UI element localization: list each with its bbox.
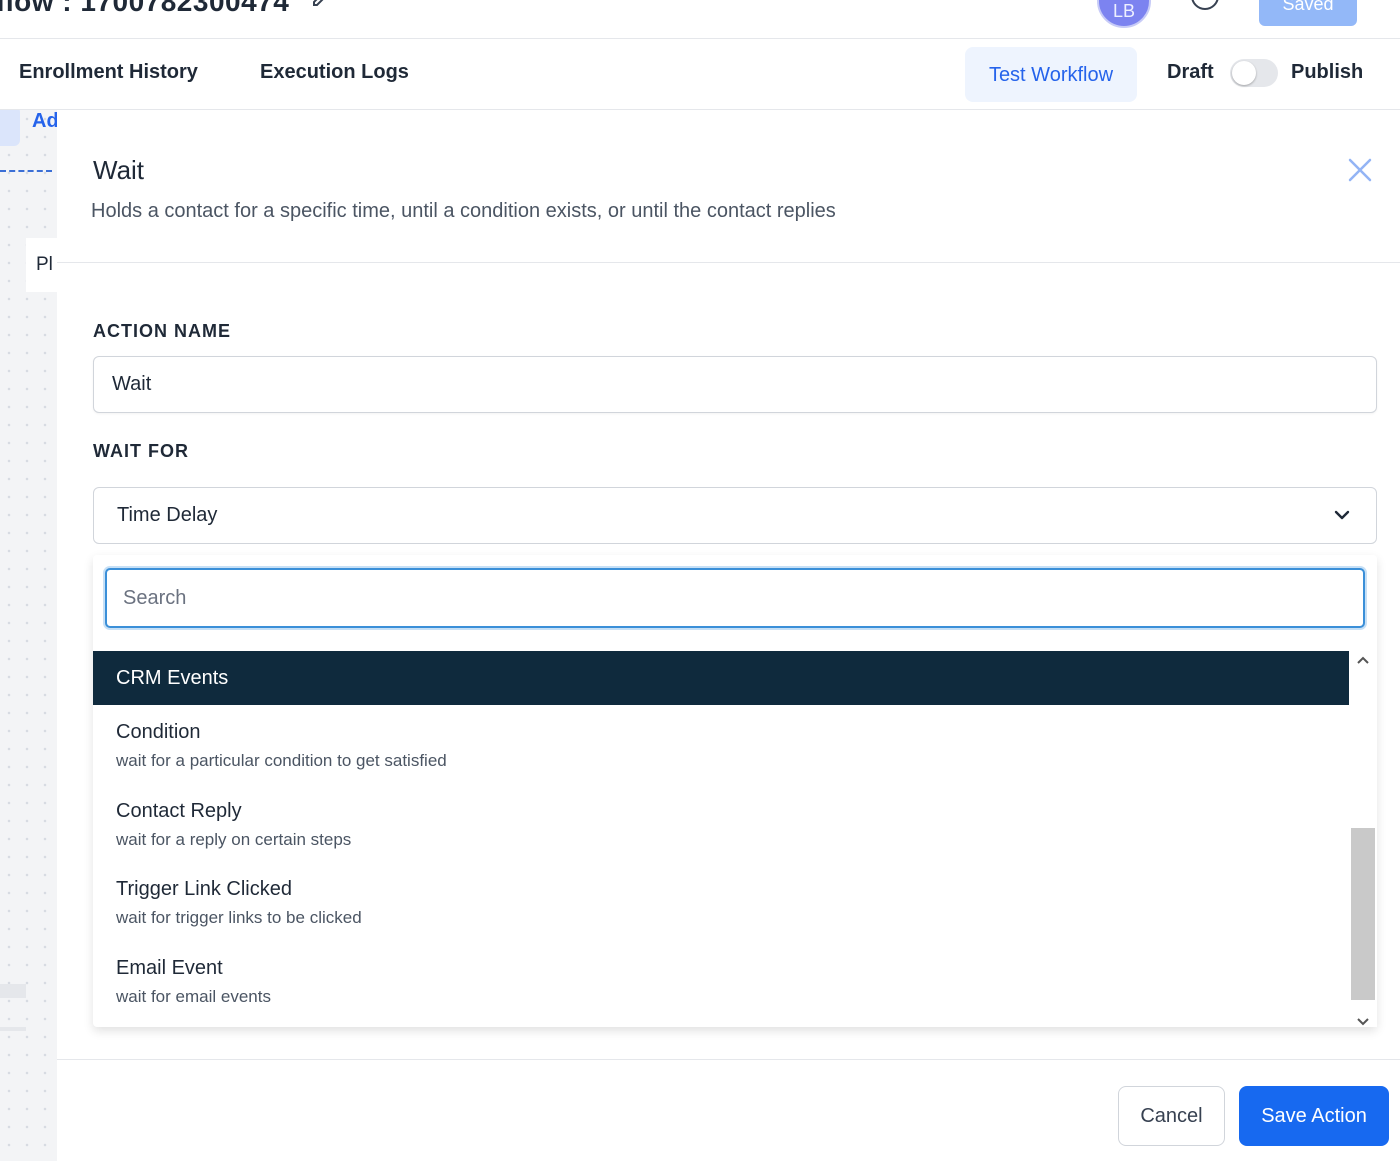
scroll-up-arrow-icon[interactable] [1355, 653, 1371, 665]
canvas-add-node[interactable] [0, 110, 20, 146]
save-action-button[interactable]: Save Action [1239, 1086, 1389, 1146]
publish-label: Publish [1291, 61, 1364, 83]
option-description: wait for a particular condition to get s… [116, 751, 447, 770]
tab-execution-logs[interactable]: Execution Logs [260, 61, 409, 84]
test-workflow-button[interactable]: Test Workflow [965, 47, 1137, 102]
option-email-event[interactable]: Email Event wait for email events [93, 957, 1349, 1027]
wait-action-drawer: Wait Holds a contact for a specific time… [57, 110, 1400, 1161]
divider [57, 262, 1400, 263]
canvas-connector-line [0, 170, 52, 172]
canvas-node-fragment [0, 984, 26, 998]
help-icon[interactable] [1191, 0, 1219, 10]
option-title: Email Event [116, 957, 223, 979]
drawer-title: Wait [93, 155, 145, 185]
option-description: wait for email events [116, 987, 271, 1006]
dropdown-option-list[interactable]: CRM Events Condition wait for a particul… [93, 651, 1349, 1027]
publish-toggle[interactable] [1230, 59, 1278, 87]
workflow-tab-bar: Enrollment History Execution Logs Test W… [0, 39, 1400, 110]
option-title: Contact Reply [116, 800, 242, 822]
draft-label: Draft [1167, 61, 1214, 83]
canvas-node-card[interactable]: Pl [26, 238, 57, 292]
option-description: wait for a reply on certain steps [116, 830, 352, 849]
saved-button[interactable]: Saved [1259, 0, 1357, 26]
tab-enrollment-history[interactable]: Enrollment History [19, 61, 198, 84]
option-title: Condition [116, 721, 201, 743]
toggle-knob [1232, 61, 1256, 85]
action-name-input[interactable] [93, 356, 1377, 413]
option-contact-reply[interactable]: Contact Reply wait for a reply on certai… [93, 800, 1349, 878]
canvas-node-fragment [0, 1027, 26, 1031]
dropdown-scrollbar[interactable] [1349, 651, 1377, 1027]
option-title: Trigger Link Clicked [116, 878, 292, 900]
cancel-button[interactable]: Cancel [1118, 1086, 1225, 1146]
drawer-subtitle: Holds a contact for a specific time, unt… [91, 200, 836, 222]
scroll-down-arrow-icon[interactable] [1355, 1015, 1371, 1027]
avatar[interactable]: LB [1097, 0, 1151, 28]
canvas-add-label[interactable]: Ad [32, 110, 57, 133]
wait-for-selected-value: Time Delay [117, 504, 218, 526]
edit-name-icon[interactable] [312, 0, 330, 8]
top-header: flow : 1700782300474 LB Saved [0, 0, 1400, 39]
option-trigger-link-clicked[interactable]: Trigger Link Clicked wait for trigger li… [93, 878, 1349, 956]
close-icon[interactable] [1345, 155, 1375, 185]
workflow-canvas[interactable]: Ad Pl [0, 110, 57, 1161]
action-name-label: ACTION NAME [93, 321, 231, 341]
workflow-name[interactable]: flow : 1700782300474 [0, 0, 289, 18]
divider [57, 1059, 1400, 1060]
option-description: wait for trigger links to be clicked [116, 908, 362, 927]
option-group-header: CRM Events [93, 651, 1349, 705]
dropdown-search-input[interactable] [105, 568, 1365, 628]
wait-for-dropdown: CRM Events Condition wait for a particul… [93, 555, 1377, 1027]
wait-for-select[interactable]: Time Delay [93, 487, 1377, 544]
chevron-down-icon [1333, 508, 1351, 522]
wait-for-label: WAIT FOR [93, 441, 189, 461]
scrollbar-thumb[interactable] [1351, 828, 1375, 1000]
option-condition[interactable]: Condition wait for a particular conditio… [93, 721, 1349, 799]
